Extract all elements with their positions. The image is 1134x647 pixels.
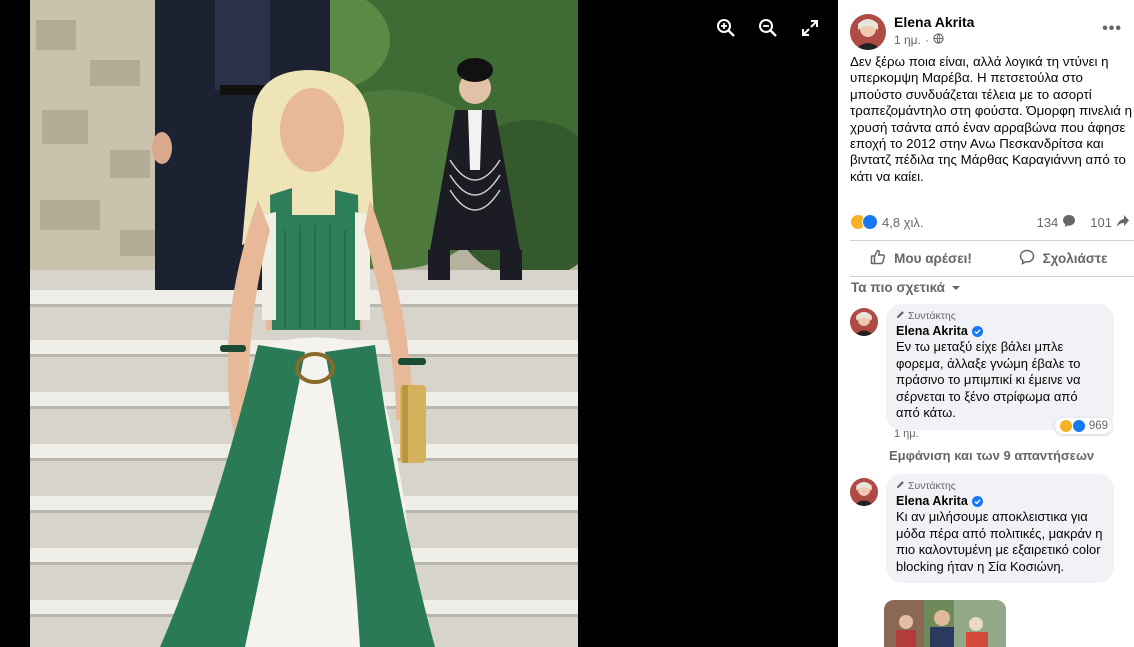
author-badge-label: Συντάκτης [908,310,956,322]
photo-illustration [30,0,578,647]
post-panel: Elena Akrita 1 ημ. · ••• Δεν ξέρω ποια ε… [838,0,1134,647]
comment-bubble-icon [1062,214,1076,231]
like-button[interactable]: Μου αρέσει! [850,242,992,274]
photo-viewer [0,0,838,647]
comment-author-name: Elena Akrita [896,324,968,338]
divider [850,240,1134,241]
comment-image[interactable] [884,600,1006,647]
caret-down-icon [951,280,961,295]
fullscreen-icon[interactable] [800,18,820,38]
divider [850,276,1134,277]
comment-avatar[interactable] [850,478,878,506]
post-photo[interactable] [30,0,578,647]
post-header: Elena Akrita 1 ημ. · ••• [850,14,1130,50]
comment-button[interactable]: Σχολιάστε [992,242,1134,274]
reaction-icons[interactable] [850,214,878,230]
share-icon [1116,214,1130,231]
post-text: Δεν ξέρω ποια είναι, αλλά λογικά τη ντύν… [850,54,1133,184]
comments-stat[interactable]: 134 [1037,214,1077,231]
sort-label: Τα πιο σχετικά [851,280,945,295]
like-reaction-icon [862,214,878,230]
sort-comments-dropdown[interactable]: Τα πιο σχετικά [851,280,961,295]
post-actions: Μου αρέσει! Σχολιάστε [850,242,1134,274]
reactions-bar: 4,8 χιλ. 134 101 [850,210,1134,234]
comment-text: Κι αν μιλήσουμε αποκλειστικα για μόδα πέ… [896,509,1103,574]
more-icon[interactable]: ••• [1102,20,1122,38]
pencil-icon [896,310,905,322]
haha-reaction-icon [1058,419,1073,433]
comment-author[interactable]: Elena Akrita [896,324,1104,338]
comment-image-illustration [884,600,1006,647]
like-reaction-icon [1071,419,1086,433]
pencil-icon [896,480,905,492]
post-time[interactable]: 1 ημ. [894,33,921,47]
post-stats: 134 101 [1037,214,1130,231]
shares-stat[interactable]: 101 [1090,214,1130,231]
reactions-count[interactable]: 4,8 χιλ. [882,215,924,230]
author-badge-label: Συντάκτης [908,480,956,492]
comments-count: 134 [1036,214,1059,230]
post-meta: 1 ημ. · [894,33,944,47]
author-badge: Συντάκτης [896,480,1104,492]
like-button-label: Μου αρέσει! [894,250,972,266]
comment: Συντάκτης Elena Akrita Κι αν μιλήσουμε α… [850,474,1134,596]
comment-avatar[interactable] [850,308,878,336]
zoom-in-icon[interactable] [716,18,736,38]
comment-time[interactable]: 1 ημ. [894,428,919,440]
verified-badge-icon [971,495,983,507]
author-badge: Συντάκτης [896,310,1104,322]
globe-icon [933,33,944,47]
comment-button-label: Σχολιάστε [1042,250,1108,266]
verified-badge-icon [971,325,983,337]
comment-text: Εν τω μεταξύ είχε βάλει μπλε φορεμα, άλλ… [896,339,1081,420]
comment: Συντάκτης Elena Akrita Εν τω μεταξύ είχε… [850,304,1134,444]
comment-icon [1019,249,1035,268]
view-replies-link[interactable]: Εμφάνιση και των 9 απαντήσεων [889,448,1094,463]
thumbs-up-icon [870,249,886,268]
viewer-toolbar [716,18,820,38]
comment-reactions[interactable]: 969 [1054,418,1112,434]
comment-reactions-count: 969 [1088,420,1108,432]
shares-count: 101 [1090,214,1112,230]
comment-author[interactable]: Elena Akrita [896,494,1104,508]
comment-bubble: Συντάκτης Elena Akrita Κι αν μιλήσουμε α… [886,474,1114,583]
avatar[interactable] [850,14,886,50]
zoom-out-icon[interactable] [758,18,778,38]
comment-bubble: Συντάκτης Elena Akrita Εν τω μεταξύ είχε… [886,304,1114,430]
post-author-name[interactable]: Elena Akrita [894,14,974,30]
comment-author-name: Elena Akrita [896,494,968,508]
